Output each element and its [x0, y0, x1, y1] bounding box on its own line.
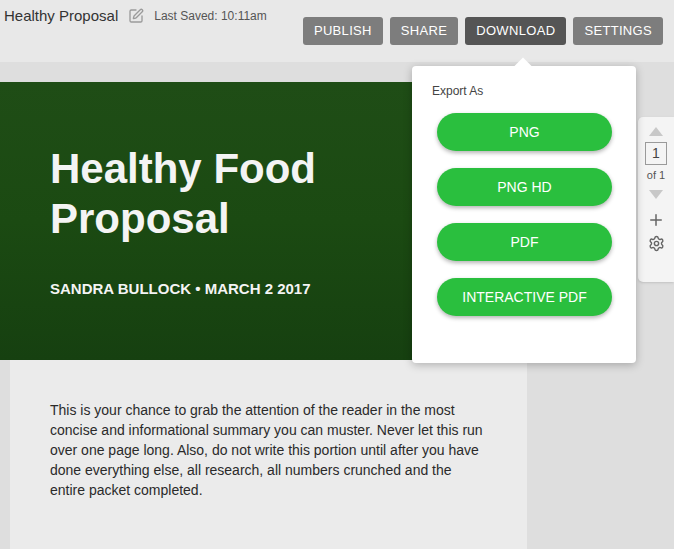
page-up-icon[interactable] [649, 127, 663, 136]
export-menu: Export As PNG PNG HD PDF INTERACTIVE PDF [412, 66, 636, 363]
export-option[interactable]: PNG [437, 113, 612, 151]
page-body: This is your chance to grab the attentio… [10, 360, 527, 549]
add-page-icon[interactable] [647, 211, 665, 229]
editor-window: Healthy Proposal Last Saved: 10:11am PUBLI… [0, 0, 674, 549]
last-saved: Last Saved: 10:11am [154, 7, 267, 25]
toolbar-button[interactable]: SHARE [390, 17, 458, 45]
export-option[interactable]: PNG HD [437, 168, 612, 206]
export-option[interactable]: INTERACTIVE PDF [437, 278, 612, 316]
edit-icon[interactable] [128, 8, 144, 24]
page-nav: 1 of 1 [638, 117, 674, 282]
summary-text[interactable]: This is your chance to grab the attentio… [50, 400, 485, 500]
top-bar: Healthy Proposal Last Saved: 10:11am PUBLI… [0, 0, 674, 62]
page-down-icon[interactable] [649, 190, 663, 199]
document-heading[interactable]: Healthy Food Proposal [50, 144, 370, 244]
export-option[interactable]: PDF [437, 223, 612, 261]
toolbar-button[interactable]: DOWNLOAD [465, 17, 566, 45]
toolbar: PUBLISHSHAREDOWNLOADSETTINGS [303, 17, 663, 45]
document-title[interactable]: Healthy Proposal [4, 5, 118, 28]
export-heading: Export As [432, 82, 636, 100]
current-page[interactable]: 1 [645, 142, 667, 165]
toolbar-button[interactable]: SETTINGS [573, 17, 663, 45]
gear-icon[interactable] [648, 235, 665, 252]
page-total: of 1 [647, 167, 665, 184]
toolbar-button[interactable]: PUBLISH [303, 17, 383, 45]
